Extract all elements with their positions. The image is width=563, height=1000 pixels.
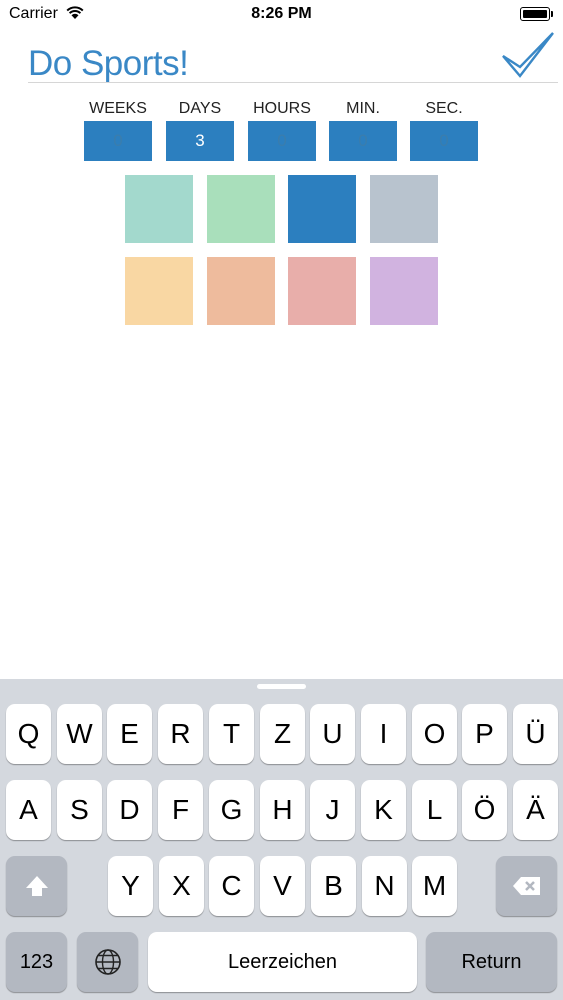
backspace-key[interactable]	[496, 856, 557, 916]
return-key[interactable]: Return	[426, 932, 557, 992]
color-swatch[interactable]	[370, 257, 438, 325]
key-p[interactable]: P	[462, 704, 507, 764]
timer-field-weeks[interactable]: 0	[84, 121, 152, 161]
globe-icon	[94, 949, 121, 975]
timer-label-weeks: WEEKS	[89, 100, 147, 117]
title-divider	[28, 82, 558, 83]
key-k[interactable]: K	[361, 780, 406, 840]
key-t[interactable]: T	[209, 704, 254, 764]
color-swatch[interactable]	[288, 257, 356, 325]
key-ö[interactable]: Ö	[462, 780, 507, 840]
keyboard: QWERTZUIOPÜ ASDFGHJKLÖÄ YXCVBNM 123 Leerze…	[0, 679, 563, 1000]
color-swatch[interactable]	[370, 175, 438, 243]
key-v[interactable]: V	[260, 856, 305, 916]
key-d[interactable]: D	[107, 780, 152, 840]
key-c[interactable]: C	[209, 856, 254, 916]
timer-field-sec[interactable]: 0	[410, 121, 478, 161]
battery-icon	[520, 7, 550, 21]
key-l[interactable]: L	[412, 780, 457, 840]
key-y[interactable]: Y	[108, 856, 153, 916]
battery-nub	[551, 11, 553, 17]
numbers-key[interactable]: 123	[6, 932, 67, 992]
timer-field-days[interactable]: 3	[166, 121, 234, 161]
shift-icon	[25, 876, 48, 896]
key-j[interactable]: J	[310, 780, 355, 840]
globe-key[interactable]	[77, 932, 138, 992]
clock: 8:26 PM	[251, 5, 312, 22]
checkmark-icon[interactable]	[501, 30, 555, 80]
key-s[interactable]: S	[57, 780, 102, 840]
key-i[interactable]: I	[361, 704, 406, 764]
key-ü[interactable]: Ü	[513, 704, 558, 764]
color-swatch[interactable]	[125, 257, 193, 325]
key-o[interactable]: O	[412, 704, 457, 764]
status-bar: Carrier 8:26 PM	[0, 0, 563, 30]
color-swatch[interactable]	[125, 175, 193, 243]
key-b[interactable]: B	[311, 856, 356, 916]
keyboard-handle[interactable]	[257, 684, 306, 689]
key-u[interactable]: U	[310, 704, 355, 764]
key-f[interactable]: F	[158, 780, 203, 840]
key-m[interactable]: M	[412, 856, 457, 916]
shift-key[interactable]	[6, 856, 67, 916]
key-e[interactable]: E	[107, 704, 152, 764]
timer-label-min: MIN.	[346, 100, 380, 117]
timer-label-hours: HOURS	[253, 100, 311, 117]
key-n[interactable]: N	[362, 856, 407, 916]
timer-field-hours[interactable]: 0	[248, 121, 316, 161]
page-title: Do Sports!	[28, 44, 189, 83]
color-swatch[interactable]	[207, 175, 275, 243]
timer-field-min[interactable]: 0	[329, 121, 397, 161]
key-g[interactable]: G	[209, 780, 254, 840]
key-w[interactable]: W	[57, 704, 102, 764]
color-swatch[interactable]	[207, 257, 275, 325]
timer-label-days: DAYS	[178, 100, 222, 117]
space-key[interactable]: Leerzeichen	[148, 932, 417, 992]
key-a[interactable]: A	[6, 780, 51, 840]
timer-label-sec: SEC.	[425, 100, 463, 117]
key-q[interactable]: Q	[6, 704, 51, 764]
key-r[interactable]: R	[158, 704, 203, 764]
color-swatch-selected[interactable]	[288, 175, 356, 243]
key-z[interactable]: Z	[260, 704, 305, 764]
backspace-icon	[512, 877, 540, 895]
key-h[interactable]: H	[260, 780, 305, 840]
key-x[interactable]: X	[159, 856, 204, 916]
key-ä[interactable]: Ä	[513, 780, 558, 840]
